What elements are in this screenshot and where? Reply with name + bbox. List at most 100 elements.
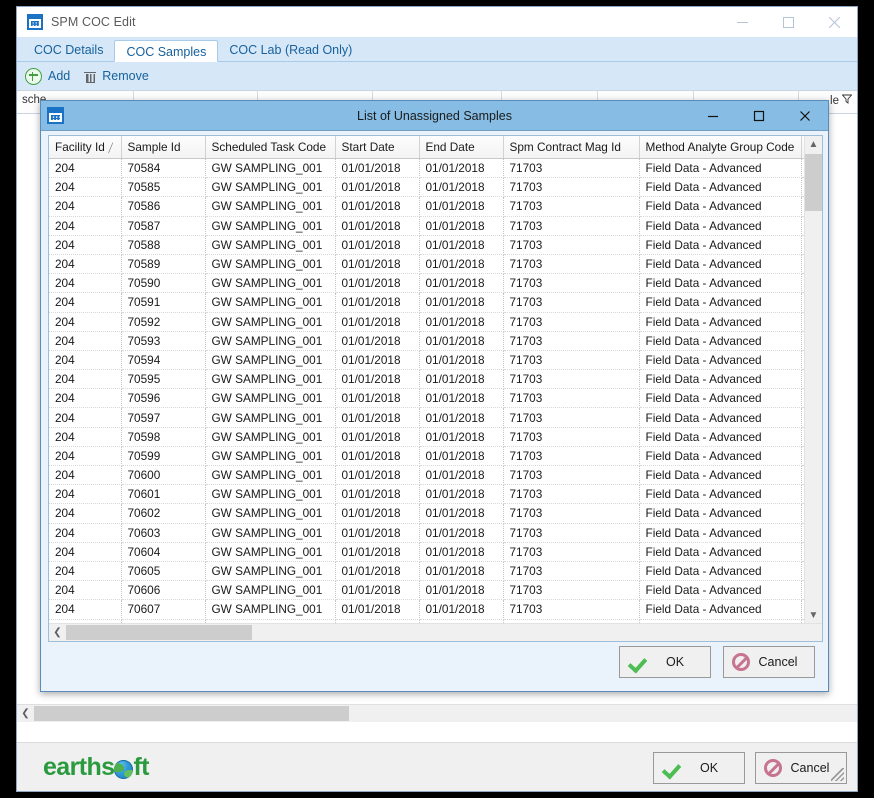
table-cell[interactable]: Field Data - Advanced	[639, 197, 801, 216]
table-cell[interactable]: 71703	[503, 216, 639, 235]
table-cell[interactable]: 204	[49, 466, 121, 485]
vertical-scroll-thumb[interactable]	[805, 154, 822, 211]
table-row[interactable]: 20470596GW SAMPLING_00101/01/201801/01/2…	[49, 389, 805, 408]
table-cell[interactable]: 70595	[121, 370, 205, 389]
scroll-up-arrow-icon[interactable]: ▲	[805, 136, 822, 153]
table-cell[interactable]: 71703	[503, 427, 639, 446]
table-cell[interactable]: 70599	[121, 446, 205, 465]
table-cell[interactable]: 01/01/2018	[419, 504, 503, 523]
table-cell[interactable]: 70591	[121, 293, 205, 312]
table-cell[interactable]: 01/01/2018	[419, 331, 503, 350]
table-cell[interactable]: 70592	[121, 312, 205, 331]
table-cell[interactable]: 01/01/2018	[335, 235, 419, 254]
table-cell[interactable]: 70587	[121, 216, 205, 235]
table-cell[interactable]: 204	[49, 159, 121, 178]
table-cell[interactable]: GW SAMPLING_001	[205, 178, 335, 197]
table-cell[interactable]: 01/01/2018	[419, 350, 503, 369]
tab-coc-lab[interactable]: COC Lab (Read Only)	[218, 39, 363, 61]
minimize-button[interactable]	[719, 7, 765, 37]
table-cell[interactable]: 70589	[121, 254, 205, 273]
table-cell[interactable]: GW SAMPLING_001	[205, 466, 335, 485]
table-cell[interactable]: 70594	[121, 350, 205, 369]
table-row[interactable]: 20470607GW SAMPLING_00101/01/201801/01/2…	[49, 600, 805, 619]
table-cell[interactable]: 70598	[121, 427, 205, 446]
table-cell[interactable]: GW SAMPLING_001	[205, 331, 335, 350]
grid-vertical-scrollbar[interactable]: ▲ ▼	[804, 136, 822, 624]
table-cell[interactable]: Field Data - Advanced	[639, 350, 801, 369]
table-cell[interactable]: 204	[49, 600, 121, 619]
table-cell[interactable]: 204	[49, 446, 121, 465]
column-header-method-analyte-group-code[interactable]: Method Analyte Group Code	[639, 136, 801, 159]
table-cell[interactable]: 01/01/2018	[419, 600, 503, 619]
maximize-button[interactable]	[765, 7, 811, 37]
table-cell[interactable]: 71703	[503, 446, 639, 465]
table-row[interactable]: 20470606GW SAMPLING_00101/01/201801/01/2…	[49, 581, 805, 600]
main-ok-button[interactable]: OK	[653, 752, 745, 784]
scroll-down-arrow-icon[interactable]: ▼	[805, 607, 822, 624]
main-hscroll-thumb[interactable]	[34, 706, 349, 721]
dialog-minimize-button[interactable]	[690, 101, 736, 130]
table-cell[interactable]: Field Data - Advanced	[639, 485, 801, 504]
table-cell[interactable]: 01/01/2018	[419, 159, 503, 178]
table-cell[interactable]: 01/01/2018	[419, 312, 503, 331]
table-cell[interactable]: GW SAMPLING_001	[205, 427, 335, 446]
table-cell[interactable]: Field Data - Advanced	[639, 427, 801, 446]
grid-hscroll-thumb[interactable]	[66, 625, 252, 640]
table-cell[interactable]: 01/01/2018	[419, 466, 503, 485]
table-cell[interactable]: Field Data - Advanced	[639, 600, 801, 619]
table-cell[interactable]: 71703	[503, 408, 639, 427]
table-row[interactable]: 20470591GW SAMPLING_00101/01/201801/01/2…	[49, 293, 805, 312]
table-row[interactable]: 20470589GW SAMPLING_00101/01/201801/01/2…	[49, 254, 805, 273]
table-cell[interactable]: 01/01/2018	[419, 485, 503, 504]
table-row[interactable]: 20470598GW SAMPLING_00101/01/201801/01/2…	[49, 427, 805, 446]
tab-coc-samples[interactable]: COC Samples	[114, 40, 218, 62]
table-cell[interactable]: 01/01/2018	[419, 427, 503, 446]
table-row[interactable]: 20470603GW SAMPLING_00101/01/201801/01/2…	[49, 523, 805, 542]
table-cell[interactable]: Field Data - Advanced	[639, 178, 801, 197]
table-cell[interactable]: 70603	[121, 523, 205, 542]
table-cell[interactable]: GW SAMPLING_001	[205, 312, 335, 331]
table-cell[interactable]: 01/01/2018	[335, 504, 419, 523]
table-cell[interactable]: 01/01/2018	[335, 446, 419, 465]
table-cell[interactable]: 204	[49, 350, 121, 369]
table-cell[interactable]: GW SAMPLING_001	[205, 350, 335, 369]
main-horizontal-scrollbar[interactable]: ❮	[17, 704, 857, 722]
table-cell[interactable]: 70585	[121, 178, 205, 197]
table-cell[interactable]: 70601	[121, 485, 205, 504]
table-cell[interactable]: 71703	[503, 350, 639, 369]
table-cell[interactable]: Field Data - Advanced	[639, 159, 801, 178]
table-cell[interactable]: 01/01/2018	[335, 466, 419, 485]
column-header-end-date[interactable]: End Date	[419, 136, 503, 159]
table-cell[interactable]: 01/01/2018	[419, 581, 503, 600]
table-cell[interactable]: 70597	[121, 408, 205, 427]
table-cell[interactable]: Field Data - Advanced	[639, 254, 801, 273]
table-cell[interactable]: 70588	[121, 235, 205, 254]
table-cell[interactable]: 204	[49, 293, 121, 312]
table-row[interactable]: 20470599GW SAMPLING_00101/01/201801/01/2…	[49, 446, 805, 465]
remove-button[interactable]: Remove	[84, 69, 149, 83]
table-cell[interactable]: 70600	[121, 466, 205, 485]
table-cell[interactable]: 71703	[503, 370, 639, 389]
table-row[interactable]: 20470605GW SAMPLING_00101/01/201801/01/2…	[49, 561, 805, 580]
table-row[interactable]: 20470590GW SAMPLING_00101/01/201801/01/2…	[49, 274, 805, 293]
table-cell[interactable]: Field Data - Advanced	[639, 312, 801, 331]
table-cell[interactable]: 204	[49, 178, 121, 197]
dialog-close-button[interactable]	[782, 101, 828, 130]
table-cell[interactable]: 70605	[121, 561, 205, 580]
table-cell[interactable]: 01/01/2018	[419, 293, 503, 312]
table-cell[interactable]: Field Data - Advanced	[639, 408, 801, 427]
table-cell[interactable]: 01/01/2018	[335, 581, 419, 600]
table-cell[interactable]: 01/01/2018	[335, 350, 419, 369]
table-cell[interactable]: 01/01/2018	[419, 254, 503, 273]
table-cell[interactable]: 71703	[503, 178, 639, 197]
table-cell[interactable]: 71703	[503, 235, 639, 254]
funnel-icon[interactable]	[842, 94, 852, 107]
table-cell[interactable]: 70602	[121, 504, 205, 523]
table-cell[interactable]: 71703	[503, 312, 639, 331]
table-cell[interactable]: 204	[49, 235, 121, 254]
table-cell[interactable]: 204	[49, 274, 121, 293]
table-cell[interactable]: 01/01/2018	[335, 408, 419, 427]
table-row[interactable]: 20470585GW SAMPLING_00101/01/201801/01/2…	[49, 178, 805, 197]
table-cell[interactable]: 01/01/2018	[335, 542, 419, 561]
table-cell[interactable]: 01/01/2018	[419, 197, 503, 216]
